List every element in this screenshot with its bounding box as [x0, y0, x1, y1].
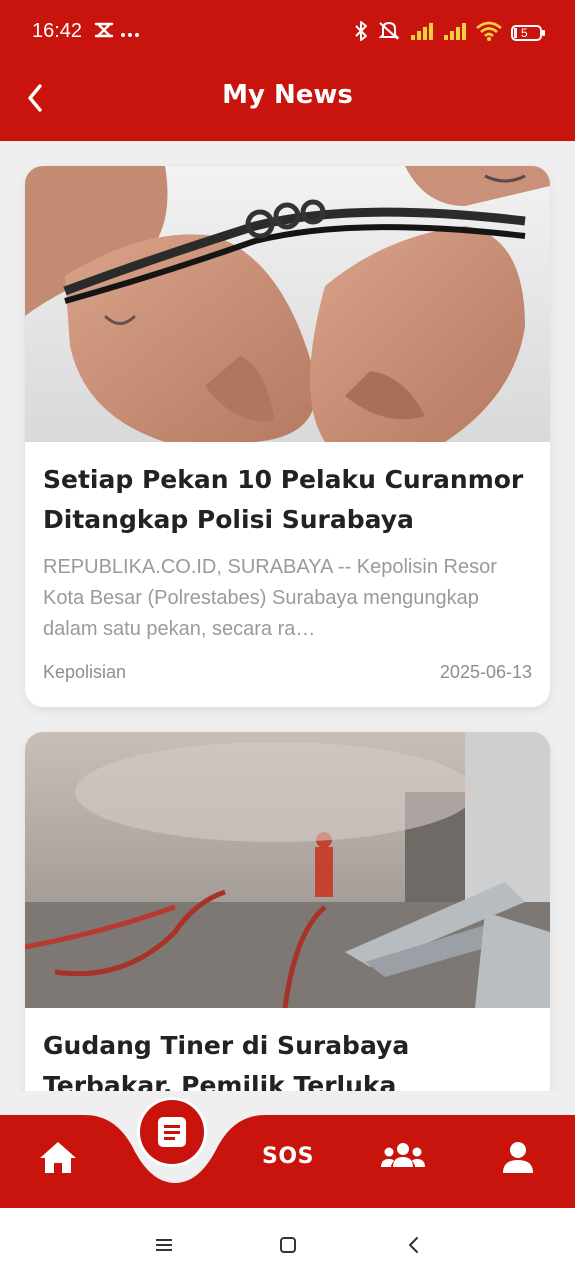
square-icon [280, 1237, 296, 1253]
signal-icon-1 [410, 22, 434, 44]
article-title: Setiap Pekan 10 Pelaku Curanmor Ditangka… [43, 465, 524, 534]
status-time: 16:42 [32, 20, 83, 42]
community-icon [381, 1143, 425, 1167]
wifi-icon [476, 21, 502, 45]
back-arrow-icon [409, 1237, 418, 1253]
page-title: My News [222, 80, 353, 110]
bluetooth-icon [354, 20, 368, 46]
bottom-nav: SOS [0, 1091, 575, 1208]
system-nav-bar [0, 1208, 575, 1280]
nav-community[interactable] [378, 1136, 428, 1176]
nav-home[interactable] [35, 1134, 80, 1179]
article-image-fire [25, 732, 550, 1008]
news-icon [158, 1117, 186, 1147]
status-bar: 16:42 5 [0, 0, 575, 68]
nav-sos[interactable]: SOS [262, 1136, 314, 1176]
news-card[interactable]: Setiap Pekan 10 Pelaku Curanmor Ditangka… [25, 166, 550, 707]
news-card[interactable]: Gudang Tiner di Surabaya Terbakar, Pemil… [25, 732, 550, 1091]
menu-icon [156, 1239, 172, 1251]
more-notifications-icon [120, 23, 140, 42]
profile-icon [502, 1141, 533, 1173]
system-back-button[interactable] [399, 1230, 429, 1260]
article-title: Gudang Tiner di Surabaya Terbakar, Pemil… [43, 1031, 410, 1091]
capcut-icon [94, 22, 114, 42]
battery-icon: 5 [511, 24, 545, 42]
article-excerpt: REPUBLIKA.CO.ID, SURABAYA -- Kepolisin R… [43, 556, 497, 640]
article-category: Kepolisian [43, 662, 127, 682]
mute-icon [377, 20, 401, 46]
battery-level: 5 [521, 26, 528, 40]
signal-icon-2 [443, 22, 467, 44]
nav-profile[interactable] [495, 1134, 540, 1179]
home-icon [39, 1141, 76, 1173]
nav-news[interactable] [137, 1097, 207, 1167]
system-menu-button[interactable] [149, 1230, 179, 1260]
article-date: 2025-06-13 [439, 662, 532, 682]
news-feed[interactable]: Setiap Pekan 10 Pelaku Curanmor Ditangka… [0, 141, 575, 1091]
article-image-handcuffs [25, 166, 550, 442]
sos-label: SOS [262, 1143, 314, 1169]
app-header: 16:42 5 My News [0, 0, 575, 141]
system-home-button[interactable] [273, 1230, 303, 1260]
